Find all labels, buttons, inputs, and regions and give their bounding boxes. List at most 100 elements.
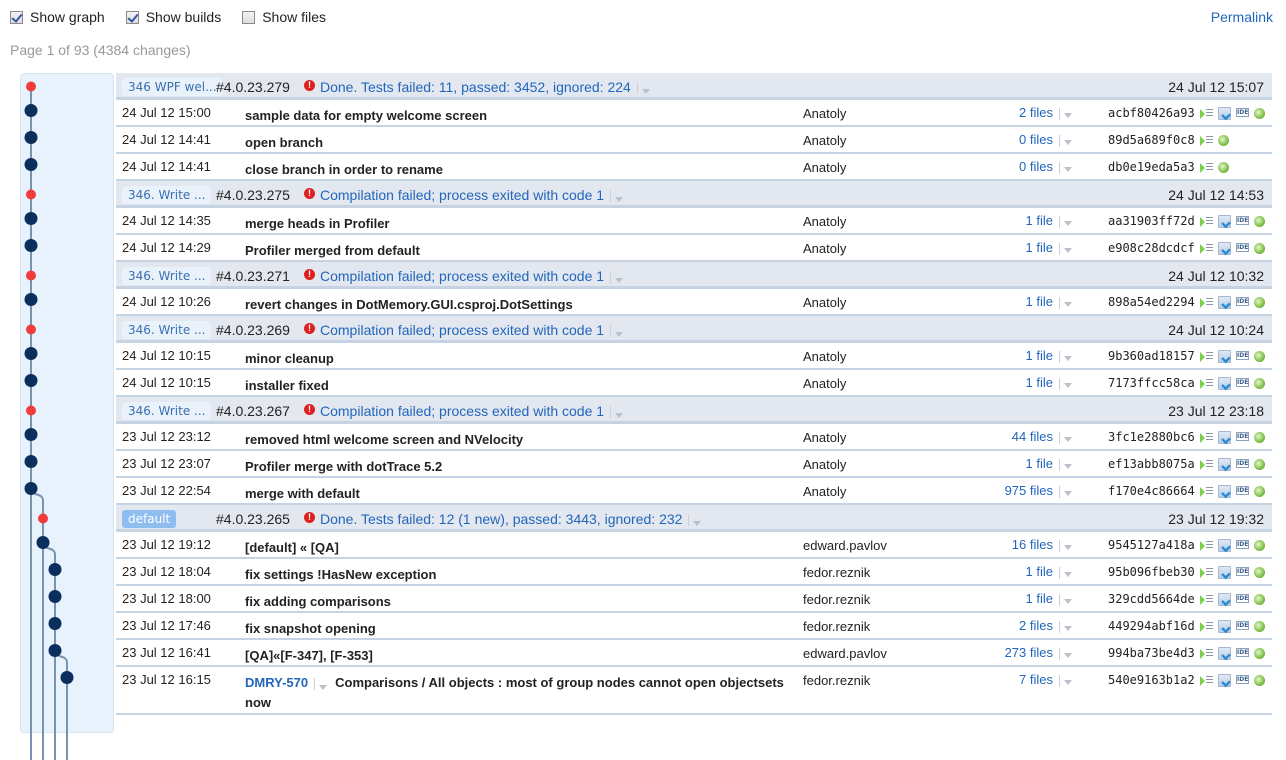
show-builds-option[interactable]: Show builds [125, 9, 221, 25]
files-dropdown-icon[interactable] [1059, 593, 1072, 606]
permalink-link[interactable]: Permalink [1211, 9, 1273, 25]
change-log-icon[interactable] [1200, 674, 1213, 687]
files-dropdown-icon[interactable] [1059, 134, 1072, 147]
build-status-text[interactable]: Compilation failed; process exited with … [320, 268, 604, 284]
files-link[interactable]: 2 files [1019, 618, 1072, 634]
open-in-ide-icon[interactable]: IDE [1236, 648, 1249, 657]
files-link[interactable]: 0 files [1019, 132, 1072, 148]
web-view-icon[interactable] [1218, 135, 1229, 146]
files-count[interactable]: 1 file [1026, 375, 1053, 390]
download-icon[interactable] [1218, 350, 1231, 363]
download-icon[interactable] [1218, 296, 1231, 309]
open-in-ide-icon[interactable]: IDE [1236, 108, 1249, 117]
web-view-icon[interactable] [1254, 459, 1265, 470]
change-log-icon[interactable] [1200, 566, 1213, 579]
files-link[interactable]: 273 files [1005, 645, 1072, 661]
download-icon[interactable] [1218, 647, 1231, 660]
change-log-icon[interactable] [1200, 107, 1213, 120]
files-dropdown-icon[interactable] [1059, 620, 1072, 633]
files-link[interactable]: 975 files [1005, 483, 1072, 499]
change-log-icon[interactable] [1200, 296, 1213, 309]
open-in-ide-icon[interactable]: IDE [1236, 459, 1249, 468]
download-icon[interactable] [1218, 431, 1231, 444]
download-icon[interactable] [1218, 620, 1231, 633]
commit-hash[interactable]: 329cdd5664de [1108, 592, 1195, 606]
files-dropdown-icon[interactable] [1059, 458, 1072, 471]
change-log-icon[interactable] [1200, 647, 1213, 660]
files-count[interactable]: 2 files [1019, 105, 1053, 120]
commit-hash[interactable]: 449294abf16d [1108, 619, 1195, 633]
branch-badge[interactable]: 346. Write ... [122, 321, 212, 339]
issue-dropdown-icon[interactable] [314, 677, 327, 690]
files-link[interactable]: 1 file [1026, 456, 1072, 472]
files-count[interactable]: 1 file [1026, 564, 1053, 579]
commit-hash[interactable]: 540e9163b1a2 [1108, 673, 1195, 687]
download-icon[interactable] [1218, 485, 1231, 498]
web-view-icon[interactable] [1254, 378, 1265, 389]
files-link[interactable]: 1 file [1026, 213, 1072, 229]
open-in-ide-icon[interactable]: IDE [1236, 567, 1249, 576]
open-in-ide-icon[interactable]: IDE [1236, 378, 1249, 387]
files-count[interactable]: 1 file [1026, 591, 1053, 606]
download-icon[interactable] [1218, 242, 1231, 255]
download-icon[interactable] [1218, 458, 1231, 471]
open-in-ide-icon[interactable]: IDE [1236, 216, 1249, 225]
build-status-link[interactable]: Done. Tests failed: 12 (1 new), passed: … [320, 510, 701, 528]
branch-badge[interactable]: 346. Write ... [122, 402, 212, 420]
commit-hash[interactable]: db0e19eda5a3 [1108, 160, 1195, 174]
files-count[interactable]: 0 files [1019, 159, 1053, 174]
files-link[interactable]: 44 files [1012, 429, 1072, 445]
commit-hash[interactable]: 95b096fbeb30 [1108, 565, 1195, 579]
web-view-icon[interactable] [1254, 351, 1265, 362]
build-number[interactable]: #4.0.23.279 [216, 78, 290, 96]
files-dropdown-icon[interactable] [1059, 566, 1072, 579]
web-view-icon[interactable] [1254, 297, 1265, 308]
change-log-icon[interactable] [1200, 485, 1213, 498]
commit-hash[interactable]: acbf80426a93 [1108, 106, 1195, 120]
build-number[interactable]: #4.0.23.269 [216, 321, 290, 339]
build-number[interactable]: #4.0.23.271 [216, 267, 290, 285]
web-view-icon[interactable] [1254, 108, 1265, 119]
change-log-icon[interactable] [1200, 458, 1213, 471]
build-number[interactable]: #4.0.23.267 [216, 402, 290, 420]
status-dropdown-icon[interactable] [610, 190, 623, 203]
files-link[interactable]: 7 files [1019, 672, 1072, 688]
commit-hash[interactable]: ef13abb8075a [1108, 457, 1195, 471]
change-log-icon[interactable] [1200, 350, 1213, 363]
open-in-ide-icon[interactable]: IDE [1236, 243, 1249, 252]
files-dropdown-icon[interactable] [1059, 296, 1072, 309]
branch-badge[interactable]: 346 WPF wel... [122, 78, 223, 96]
open-in-ide-icon[interactable]: IDE [1236, 675, 1249, 684]
status-dropdown-icon[interactable] [636, 82, 650, 95]
files-link[interactable]: 1 file [1026, 375, 1072, 391]
files-dropdown-icon[interactable] [1059, 647, 1072, 660]
files-link[interactable]: 1 file [1026, 294, 1072, 310]
change-log-icon[interactable] [1200, 593, 1213, 606]
build-status-text[interactable]: Done. Tests failed: 11, passed: 3452, ig… [320, 79, 631, 95]
web-view-icon[interactable] [1254, 540, 1265, 551]
commit-hash[interactable]: 994ba73be4d3 [1108, 646, 1195, 660]
status-dropdown-icon[interactable] [610, 406, 623, 419]
web-view-icon[interactable] [1254, 432, 1265, 443]
files-count[interactable]: 273 files [1005, 645, 1053, 660]
status-dropdown-icon[interactable] [610, 325, 623, 338]
download-icon[interactable] [1218, 215, 1231, 228]
change-log-icon[interactable] [1200, 161, 1213, 174]
show-files-option[interactable]: Show files [242, 9, 326, 25]
commit-hash[interactable]: 9b360ad18157 [1108, 349, 1195, 363]
open-in-ide-icon[interactable]: IDE [1236, 540, 1249, 549]
branch-badge[interactable]: default [122, 510, 177, 528]
commit-hash[interactable]: f170e4c86664 [1108, 484, 1195, 498]
web-view-icon[interactable] [1218, 162, 1229, 173]
commit-hash[interactable]: 89d5a689f0c8 [1108, 133, 1195, 147]
files-count[interactable]: 2 files [1019, 618, 1053, 633]
show-builds-checkbox[interactable] [125, 10, 139, 24]
download-icon[interactable] [1218, 593, 1231, 606]
files-count[interactable]: 1 file [1026, 294, 1053, 309]
branch-badge[interactable]: 346. Write ... [122, 186, 212, 204]
download-icon[interactable] [1218, 377, 1231, 390]
files-link[interactable]: 1 file [1026, 591, 1072, 607]
web-view-icon[interactable] [1254, 675, 1265, 686]
build-status-text[interactable]: Compilation failed; process exited with … [320, 403, 604, 419]
web-view-icon[interactable] [1254, 486, 1265, 497]
